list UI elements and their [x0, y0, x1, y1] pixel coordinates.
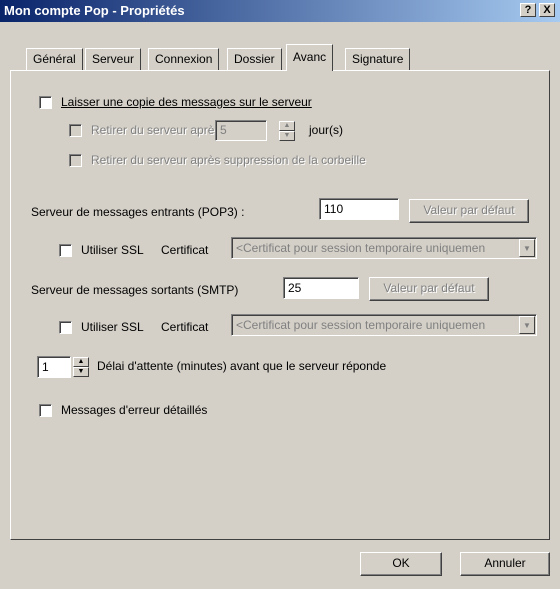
chevron-down-icon[interactable]: ▼ [519, 239, 535, 257]
smtp-default-button[interactable]: Valeur par défaut [369, 277, 489, 301]
keep-copy-label: Laisser une copie des messages sur le se… [61, 95, 312, 109]
timeout-label: Délai d'attente (minutes) avant que le s… [97, 359, 387, 373]
smtp-cert-label: Certificat [161, 320, 209, 334]
pop3-cert-select[interactable]: <Certificat pour session temporaire uniq… [231, 237, 537, 259]
detailed-errors-label: Messages d'erreur détaillés [61, 403, 208, 417]
tab-general[interactable]: Général [26, 48, 83, 70]
smtp-label: Serveur de messages sortants (SMTP) [31, 283, 239, 297]
remove-after-label: Retirer du serveur après [91, 123, 221, 137]
smtp-cert-select[interactable]: <Certificat pour session temporaire uniq… [231, 314, 537, 336]
ok-button[interactable]: OK [360, 552, 442, 576]
remove-after-spinner[interactable]: ▲ ▼ [279, 121, 295, 141]
tab-serveur[interactable]: Serveur [85, 48, 142, 70]
pop3-ssl-checkbox[interactable] [59, 244, 72, 257]
timeout-spinner[interactable]: ▲ ▼ [73, 357, 89, 377]
spin-down-icon[interactable]: ▼ [279, 131, 295, 141]
window-title: Mon compte Pop - Propriétés [4, 3, 185, 18]
title-bar: Mon compte Pop - Propriétés ? X [0, 0, 560, 22]
smtp-ssl-checkbox[interactable] [59, 321, 72, 334]
spin-up-icon[interactable]: ▲ [73, 357, 89, 367]
pop3-cert-value: <Certificat pour session temporaire uniq… [236, 241, 486, 255]
smtp-cert-value: <Certificat pour session temporaire uniq… [236, 318, 486, 332]
tab-connexion[interactable]: Connexion [148, 48, 220, 70]
remove-after-days-input[interactable]: 5 [215, 120, 267, 141]
tab-signature[interactable]: Signature [345, 48, 411, 70]
remove-after-delete-checkbox[interactable] [69, 154, 82, 167]
pop3-ssl-label: Utiliser SSL [81, 243, 144, 257]
timeout-input[interactable]: 1 [37, 356, 71, 378]
keep-copy-checkbox[interactable] [39, 96, 52, 109]
help-button[interactable]: ? [520, 3, 536, 17]
cancel-button[interactable]: Annuler [460, 552, 550, 576]
tab-avance[interactable]: Avanc [286, 44, 334, 71]
smtp-ssl-label: Utiliser SSL [81, 320, 144, 334]
tab-panel-avance: Laisser une copie des messages sur le se… [10, 70, 550, 540]
remove-after-checkbox[interactable] [69, 124, 82, 137]
pop3-cert-label: Certificat [161, 243, 209, 257]
detailed-errors-checkbox[interactable] [39, 404, 52, 417]
chevron-down-icon[interactable]: ▼ [519, 316, 535, 334]
tab-dossier[interactable]: Dossier [227, 48, 282, 70]
pop3-port-input[interactable]: 110 [319, 198, 399, 220]
pop3-default-button[interactable]: Valeur par défaut [409, 199, 529, 223]
smtp-port-input[interactable]: 25 [283, 277, 359, 299]
pop3-label: Serveur de messages entrants (POP3) : [31, 205, 245, 219]
spin-up-icon[interactable]: ▲ [279, 121, 295, 131]
days-unit-label: jour(s) [309, 123, 344, 137]
remove-after-delete-label: Retirer du serveur après suppression de … [91, 153, 366, 167]
close-button[interactable]: X [539, 3, 555, 17]
spin-down-icon[interactable]: ▼ [73, 367, 89, 377]
